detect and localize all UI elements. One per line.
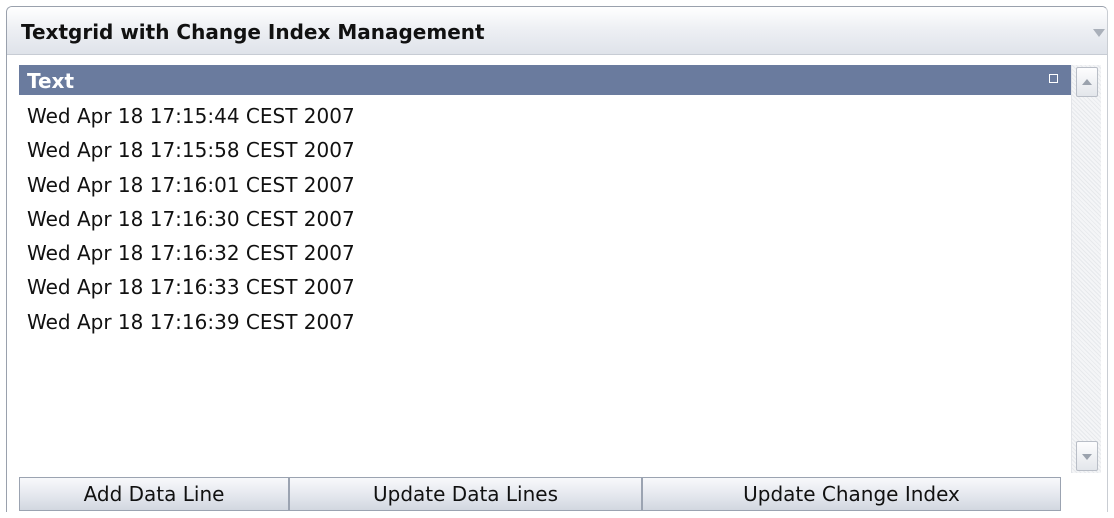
panel-titlebar: Textgrid with Change Index Management	[7, 7, 1107, 55]
grid-body: Wed Apr 18 17:15:44 CEST 2007 Wed Apr 18…	[19, 99, 1071, 339]
square-icon[interactable]	[1049, 74, 1058, 83]
panel-title: Textgrid with Change Index Management	[21, 20, 485, 44]
table-row[interactable]: Wed Apr 18 17:15:58 CEST 2007	[19, 133, 1071, 167]
table-row[interactable]: Wed Apr 18 17:15:44 CEST 2007	[19, 99, 1071, 133]
button-bar: Add Data Line Update Data Lines Update C…	[19, 477, 1071, 511]
scroll-up-button[interactable]	[1076, 67, 1098, 97]
grid-header[interactable]: Text	[19, 65, 1071, 95]
table-row[interactable]: Wed Apr 18 17:16:30 CEST 2007	[19, 202, 1071, 236]
table-row[interactable]: Wed Apr 18 17:16:01 CEST 2007	[19, 168, 1071, 202]
table-row[interactable]: Wed Apr 18 17:16:33 CEST 2007	[19, 270, 1071, 304]
text-grid: Text Wed Apr 18 17:15:44 CEST 2007 Wed A…	[19, 65, 1071, 457]
arrow-down-icon	[1082, 454, 1092, 460]
arrow-up-icon	[1082, 79, 1092, 85]
textgrid-panel: Textgrid with Change Index Management Te…	[6, 6, 1108, 512]
vertical-scrollbar[interactable]	[1071, 65, 1101, 473]
table-row[interactable]: Wed Apr 18 17:16:39 CEST 2007	[19, 305, 1071, 339]
table-row[interactable]: Wed Apr 18 17:16:32 CEST 2007	[19, 236, 1071, 270]
scroll-down-button[interactable]	[1076, 441, 1098, 471]
update-data-lines-button[interactable]: Update Data Lines	[289, 477, 642, 511]
triangle-down-icon[interactable]	[1093, 29, 1105, 37]
column-header-text[interactable]: Text	[27, 69, 74, 93]
update-change-index-button[interactable]: Update Change Index	[642, 477, 1061, 511]
add-data-line-button[interactable]: Add Data Line	[19, 477, 289, 511]
